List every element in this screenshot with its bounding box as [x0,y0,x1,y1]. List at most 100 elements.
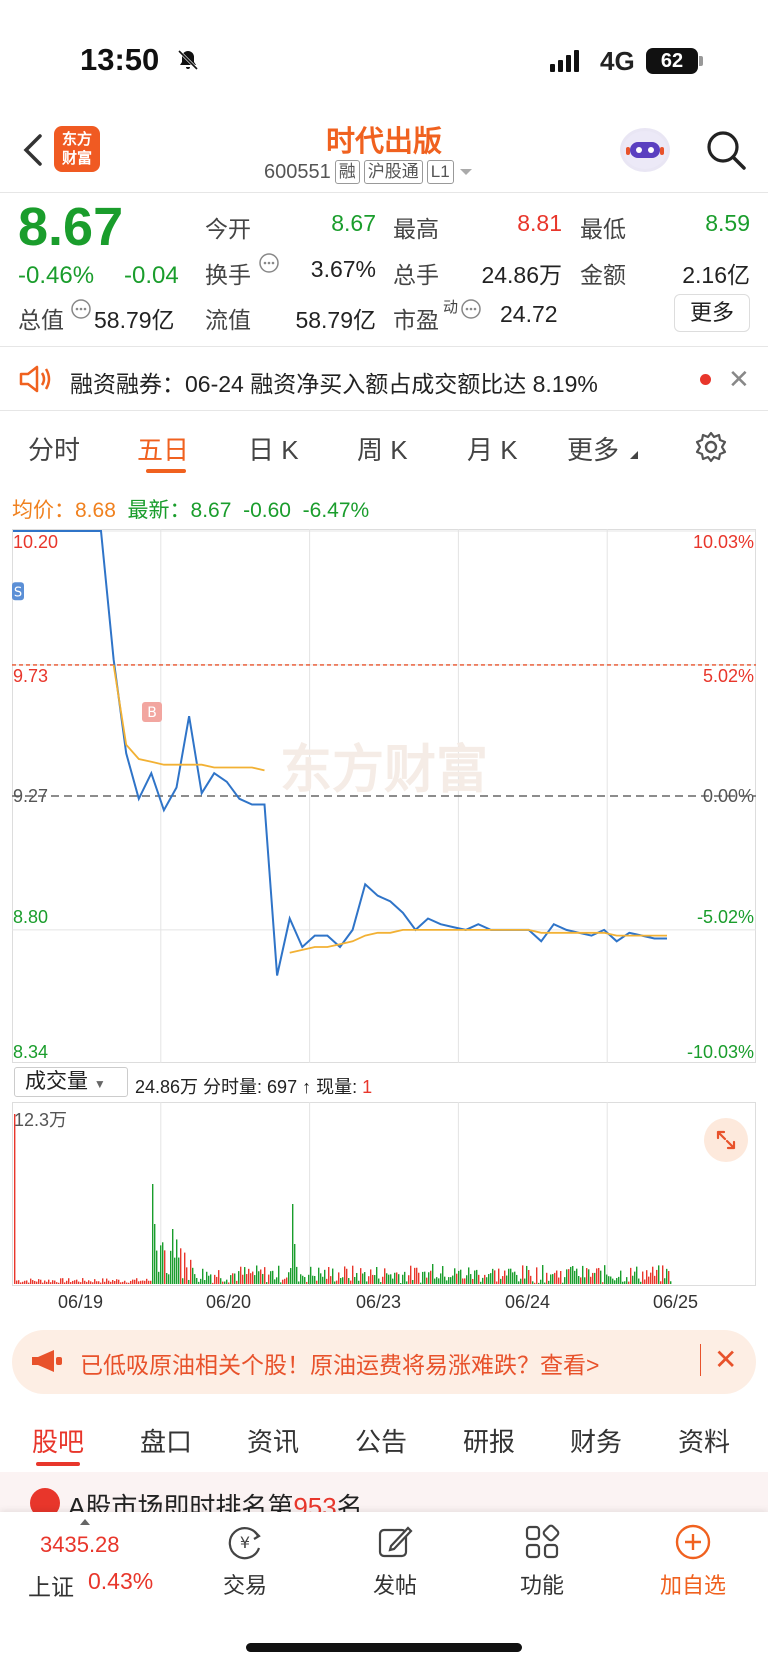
volume-bar [420,1282,422,1284]
promo-text[interactable]: 已低吸原油相关个股！原油运费将易涨难跌？查看> [80,1346,599,1380]
more-quote-button[interactable]: 更多 [674,294,750,332]
volume-chart[interactable] [12,1102,756,1286]
add-watchlist-icon [675,1524,711,1560]
volume-bar [606,1274,608,1284]
tab-weekly-k[interactable]: 周 K [357,430,408,467]
tab-daily-k[interactable]: 日 K [248,430,299,467]
index-change[interactable]: 0.43% [88,1568,153,1595]
info-dots-icon[interactable] [460,298,482,320]
volume-bar [500,1278,502,1284]
volume-bar [382,1276,384,1284]
assistant-robot-icon[interactable] [620,128,670,172]
volume-bar [584,1277,586,1284]
volume-bar [324,1269,326,1284]
battery-tip [699,56,703,66]
settings-gear-icon[interactable] [694,430,728,464]
price-tick: 10.20 [13,532,59,552]
volume-bar [570,1266,572,1284]
tab-financials[interactable]: 财务 [570,1422,622,1459]
volume-bar [470,1274,472,1284]
volume-bar [326,1278,328,1284]
volume-bar [426,1277,428,1284]
status-time: 13:50 [80,42,160,77]
volume-bar [564,1277,566,1284]
volume-bar [288,1272,290,1284]
volume-bar [380,1282,382,1284]
volume-bar [332,1268,334,1284]
volume-bar [194,1274,196,1284]
open-value: 8.67 [331,210,376,236]
tab-intraday[interactable]: 分时 [28,430,80,467]
volume-bar [150,1280,152,1284]
volume-bar [352,1265,354,1284]
volume-bar [250,1273,252,1284]
nav-post[interactable]: 发帖 [350,1522,440,1600]
volume-bar [60,1278,62,1284]
pe-value: 24.72 [500,301,558,327]
nav-functions[interactable]: 功能 [497,1522,587,1600]
volume-bar [668,1271,670,1284]
volume-bar [626,1277,628,1284]
volume-bar [428,1272,430,1284]
volume-bar [592,1272,594,1284]
volume-bar [536,1267,538,1284]
promo-close-icon[interactable]: ✕ [714,1343,737,1376]
volume-bar [334,1281,336,1284]
nav-add-watchlist[interactable]: 加自选 [648,1522,738,1600]
volume-bar [634,1271,636,1284]
indicator-select[interactable]: 成交量 ▼ [14,1067,128,1097]
volume-bar [594,1272,596,1284]
svg-text:¥: ¥ [240,1533,250,1552]
volume-bar [224,1281,226,1284]
network-label: 4G [600,46,635,76]
tab-more[interactable]: 更多 [567,430,619,467]
info-dots-icon[interactable] [258,252,280,274]
volume-bar [208,1275,210,1284]
volume-bar [36,1281,38,1284]
volume-bar [466,1275,468,1284]
margin-notice[interactable]: 融资融券：06-24 融资净买入额占成交额比达 8.19% [70,365,598,399]
index-name[interactable]: 上证 [28,1568,74,1602]
tab-five-day[interactable]: 五日 [137,430,189,467]
turnover-value: 3.67% [310,256,376,282]
five-day-price-chart[interactable]: 东方财富 S B [12,529,756,1063]
market-cap-value: 58.79亿 [94,307,175,333]
megaphone-icon [32,1350,62,1372]
search-icon[interactable] [704,128,748,172]
expand-icon[interactable] [704,1118,748,1162]
volume-bar [638,1278,640,1284]
home-indicator [246,1643,522,1652]
high-label: 最高 [393,216,439,242]
volume-bar [104,1281,106,1284]
volume-bar [596,1268,598,1284]
tab-news[interactable]: 资讯 [247,1422,299,1459]
volume-bar [658,1265,660,1284]
volume-bar [242,1274,244,1284]
volume-bar [186,1267,188,1284]
index-value[interactable]: 3435.28 [40,1532,120,1558]
volume-bar [204,1280,206,1284]
notice-close-icon[interactable]: ✕ [728,364,750,395]
volume-bar [602,1282,604,1284]
stock-code-line[interactable]: 600551 融 沪股通 L1 [264,160,474,184]
pct-tick: -10.03% [686,1042,754,1062]
tab-announcements[interactable]: 公告 [355,1422,407,1459]
volume-bar [452,1275,454,1284]
volume-bar [416,1267,418,1284]
volume-bar [296,1266,298,1284]
nav-trade[interactable]: ¥ 交易 [200,1522,290,1600]
tab-profile[interactable]: 资料 [678,1422,730,1459]
volume-bar [356,1272,358,1284]
tab-monthly-k[interactable]: 月 K [467,430,518,467]
volume-bar [630,1267,632,1284]
volume-bar [664,1278,666,1284]
latest-change: -0.60 [243,499,291,522]
tab-research[interactable]: 研报 [463,1422,515,1459]
volume-bar [268,1274,270,1284]
volume-bar [138,1281,140,1284]
info-dots-icon[interactable] [70,298,92,320]
turnover-label: 换手 [205,262,251,288]
tab-order-book[interactable]: 盘口 [140,1422,192,1459]
volume-bar [284,1278,286,1284]
tab-forum[interactable]: 股吧 [32,1422,84,1459]
